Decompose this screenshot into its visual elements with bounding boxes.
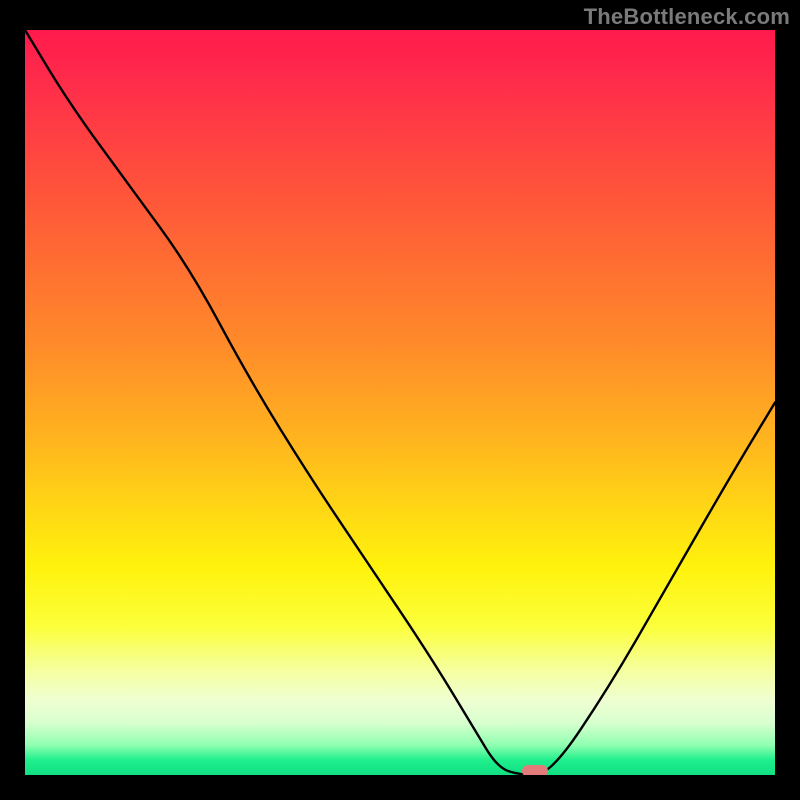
- bottleneck-curve-path: [25, 30, 775, 775]
- plot-area: [25, 30, 775, 775]
- optimal-marker: [522, 765, 548, 775]
- watermark-text: TheBottleneck.com: [584, 4, 790, 30]
- curve-svg: [25, 30, 775, 775]
- chart-frame: TheBottleneck.com: [0, 0, 800, 800]
